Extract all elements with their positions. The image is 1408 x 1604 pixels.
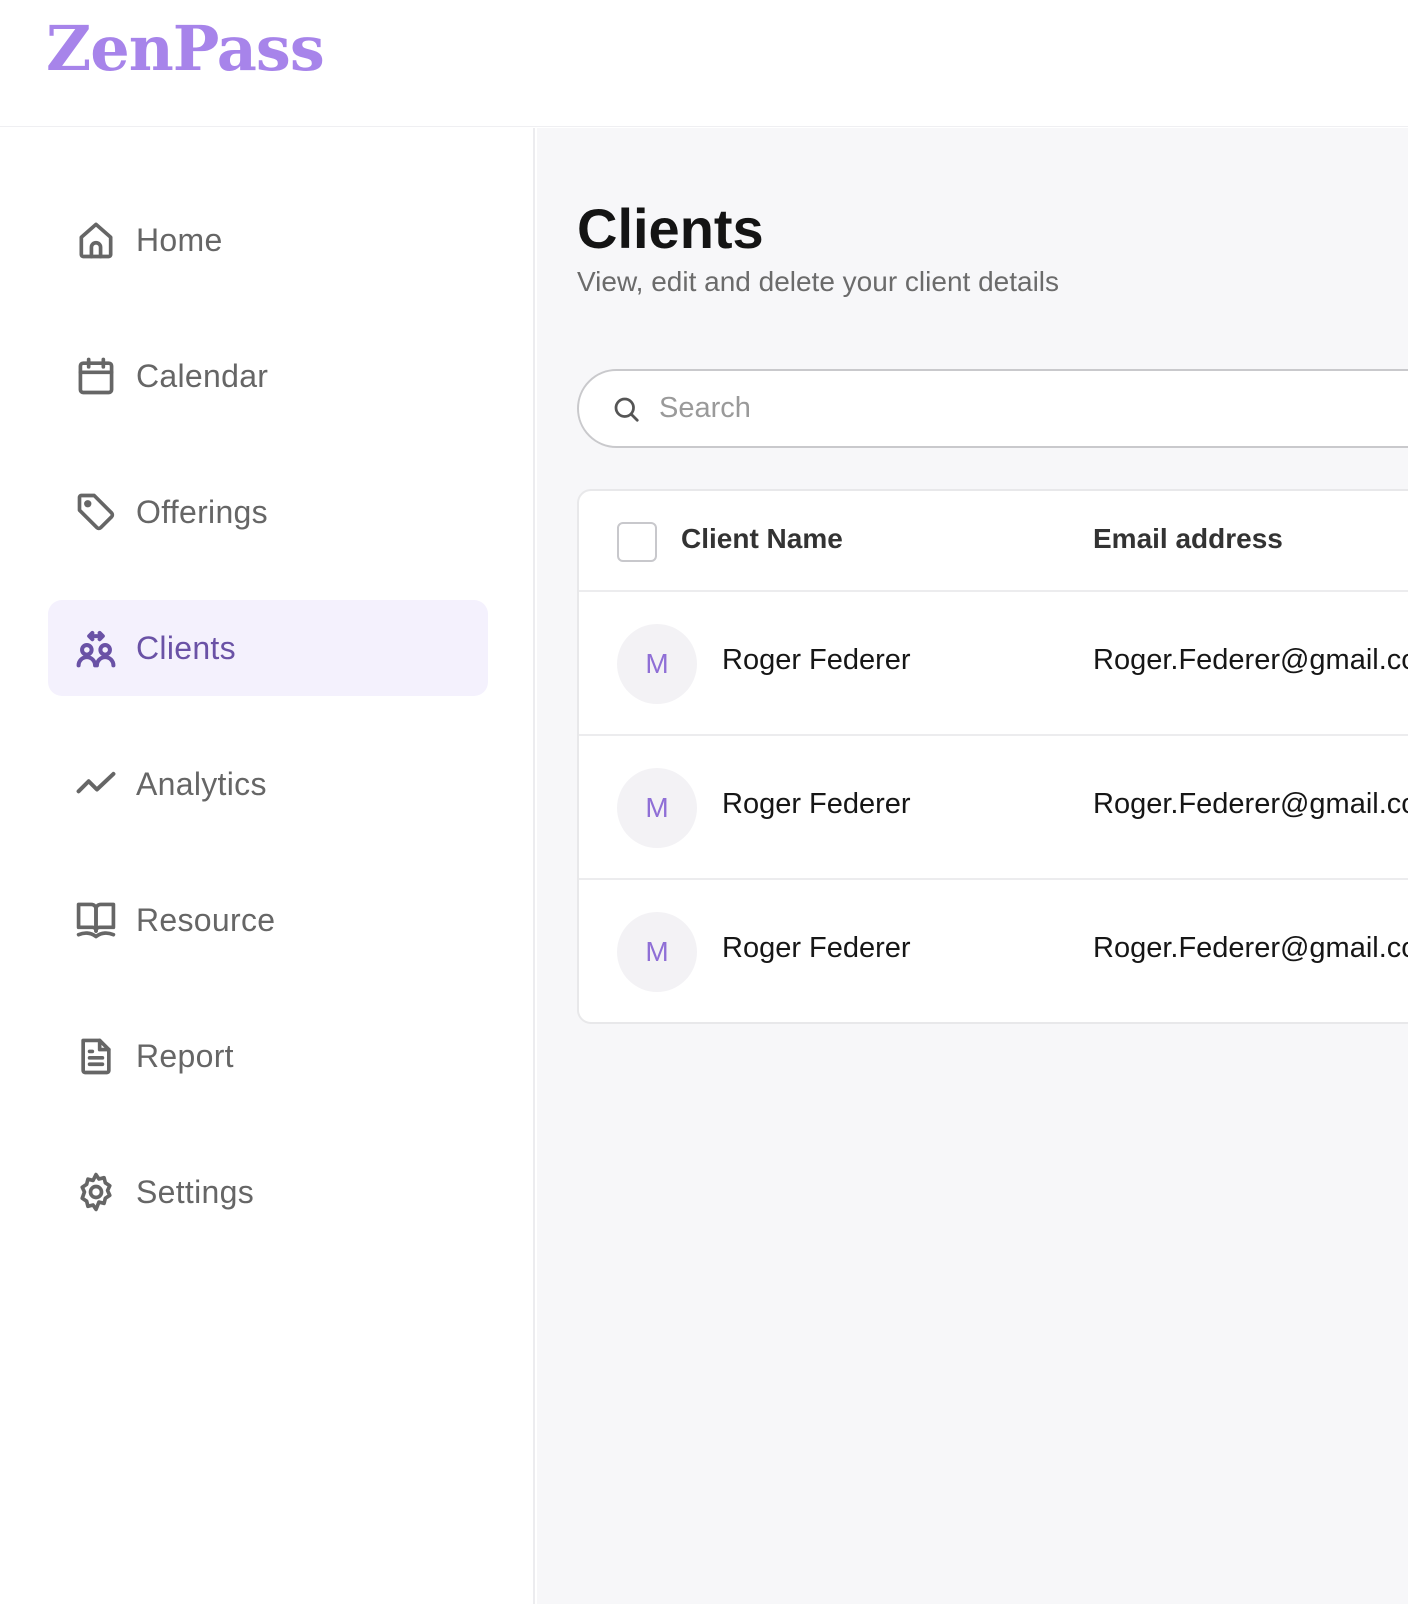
gear-icon <box>74 1170 118 1214</box>
client-name: Roger Federer <box>722 932 911 964</box>
sidebar-item-calendar[interactable]: Calendar <box>48 328 488 424</box>
sidebar-item-home[interactable]: Home <box>48 192 488 288</box>
sidebar-item-label: Resource <box>136 901 276 938</box>
sidebar-item-clients[interactable]: Clients <box>48 600 488 696</box>
avatar: M <box>617 768 697 848</box>
client-email: Roger.Federer@gmail.com <box>1093 644 1408 676</box>
table-row[interactable]: M Roger Federer Roger.Federer@gmail.com <box>579 592 1408 736</box>
client-name: Roger Federer <box>722 644 911 676</box>
client-email: Roger.Federer@gmail.com <box>1093 788 1408 820</box>
sidebar-item-label: Offerings <box>136 493 268 530</box>
sidebar: Home Calendar Offerings Clients Analytic… <box>0 128 535 1604</box>
sidebar-item-settings[interactable]: Settings <box>48 1144 488 1240</box>
sidebar-item-label: Analytics <box>136 765 267 802</box>
sidebar-item-report[interactable]: Report <box>48 1008 488 1104</box>
sidebar-item-label: Clients <box>136 629 236 666</box>
sidebar-item-label: Report <box>136 1037 234 1074</box>
zenpass-logo[interactable]: ZenPass <box>46 18 325 80</box>
table-row[interactable]: M Roger Federer Roger.Federer@gmail.com <box>579 736 1408 880</box>
tag-icon <box>74 490 118 534</box>
sidebar-item-label: Home <box>136 221 223 258</box>
document-icon <box>74 1034 118 1078</box>
column-header-client-name[interactable]: Client Name <box>681 523 843 555</box>
avatar: M <box>617 912 697 992</box>
book-icon <box>74 898 118 942</box>
trend-line-icon <box>74 762 118 806</box>
main-content: Clients View, edit and delete your clien… <box>537 128 1408 1604</box>
sidebar-item-label: Calendar <box>136 357 269 394</box>
sidebar-item-resource[interactable]: Resource <box>48 872 488 968</box>
home-icon <box>74 218 118 262</box>
column-header-email[interactable]: Email address <box>1093 523 1283 555</box>
client-name: Roger Federer <box>722 788 911 820</box>
calendar-icon <box>74 354 118 398</box>
avatar: M <box>617 624 697 704</box>
table-row[interactable]: M Roger Federer Roger.Federer@gmail.com <box>579 880 1408 1022</box>
search-input[interactable] <box>659 392 1359 425</box>
clients-table: Client Name Email address M Roger Federe… <box>577 489 1408 1024</box>
page-title: Clients <box>577 197 764 260</box>
sidebar-item-label: Settings <box>136 1173 255 1210</box>
sidebar-item-analytics[interactable]: Analytics <box>48 736 488 832</box>
search-bar[interactable] <box>577 369 1408 448</box>
sidebar-item-offerings[interactable]: Offerings <box>48 464 488 560</box>
table-header: Client Name Email address <box>579 491 1408 592</box>
search-icon <box>611 394 641 424</box>
top-bar: ZenPass <box>0 0 1408 127</box>
page-subtitle: View, edit and delete your client detail… <box>577 266 1060 297</box>
select-all-checkbox[interactable] <box>617 522 657 562</box>
clients-icon <box>74 626 118 670</box>
client-email: Roger.Federer@gmail.com <box>1093 932 1408 964</box>
